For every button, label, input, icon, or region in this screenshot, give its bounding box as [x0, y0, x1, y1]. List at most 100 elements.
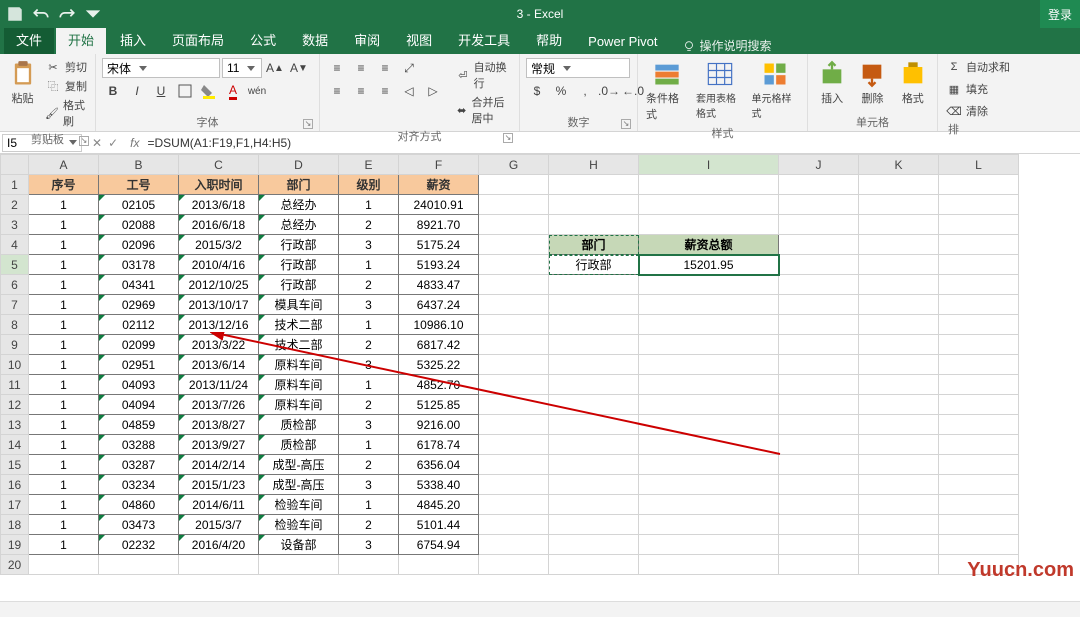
- cell-A4[interactable]: 1: [29, 235, 99, 255]
- cell-L19[interactable]: [939, 535, 1019, 555]
- cell-A8[interactable]: 1: [29, 315, 99, 335]
- increase-decimal-icon[interactable]: .0→: [598, 81, 620, 101]
- cell-B17[interactable]: 04860: [99, 495, 179, 515]
- merge-center-button[interactable]: ⬌合并后居中: [454, 93, 513, 127]
- row-header-17[interactable]: 17: [1, 495, 29, 515]
- tab-home[interactable]: 开始: [56, 24, 106, 54]
- col-header-G[interactable]: G: [479, 155, 549, 175]
- cell-C13[interactable]: 2013/8/27: [179, 415, 259, 435]
- cell-D19[interactable]: 设备部: [259, 535, 339, 555]
- cell-G19[interactable]: [479, 535, 549, 555]
- align-middle-icon[interactable]: ≡: [350, 58, 372, 78]
- cell-K3[interactable]: [859, 215, 939, 235]
- cell-J9[interactable]: [779, 335, 859, 355]
- paste-button[interactable]: 粘贴: [6, 58, 39, 108]
- tab-data[interactable]: 数据: [290, 24, 340, 54]
- cell-K16[interactable]: [859, 475, 939, 495]
- cell-G7[interactable]: [479, 295, 549, 315]
- cell-B2[interactable]: 02105: [99, 195, 179, 215]
- col-header-I[interactable]: I: [639, 155, 779, 175]
- cell-B20[interactable]: [99, 555, 179, 575]
- number-format-combo[interactable]: 常规: [526, 58, 630, 78]
- cell-J6[interactable]: [779, 275, 859, 295]
- cell-I10[interactable]: [639, 355, 779, 375]
- cell-E13[interactable]: 3: [339, 415, 399, 435]
- cell-D3[interactable]: 总经办: [259, 215, 339, 235]
- cell-I15[interactable]: [639, 455, 779, 475]
- cell-I19[interactable]: [639, 535, 779, 555]
- cell-K6[interactable]: [859, 275, 939, 295]
- cell-K10[interactable]: [859, 355, 939, 375]
- cell-J5[interactable]: [779, 255, 859, 275]
- table-format-button[interactable]: 套用表格格式: [694, 58, 746, 122]
- cell-H17[interactable]: [549, 495, 639, 515]
- cell-L4[interactable]: [939, 235, 1019, 255]
- clear-button[interactable]: ⌫清除: [944, 102, 990, 120]
- row-header-5[interactable]: 5: [1, 255, 29, 275]
- currency-icon[interactable]: $: [526, 81, 548, 101]
- underline-button[interactable]: U: [150, 81, 172, 101]
- cell-C9[interactable]: 2013/3/22: [179, 335, 259, 355]
- cell-G4[interactable]: [479, 235, 549, 255]
- row-header-4[interactable]: 4: [1, 235, 29, 255]
- cell-K18[interactable]: [859, 515, 939, 535]
- cell-J20[interactable]: [779, 555, 859, 575]
- cell-B13[interactable]: 04859: [99, 415, 179, 435]
- cell-E16[interactable]: 3: [339, 475, 399, 495]
- cell-E1[interactable]: 级别: [339, 175, 399, 195]
- cell-I12[interactable]: [639, 395, 779, 415]
- cell-E9[interactable]: 2: [339, 335, 399, 355]
- fx-icon[interactable]: fx: [126, 136, 143, 150]
- cell-L14[interactable]: [939, 435, 1019, 455]
- cell-F13[interactable]: 9216.00: [399, 415, 479, 435]
- cell-J1[interactable]: [779, 175, 859, 195]
- cell-D4[interactable]: 行政部: [259, 235, 339, 255]
- cancel-icon[interactable]: ✕: [92, 136, 102, 150]
- painter-button[interactable]: 🖌格式刷: [43, 96, 89, 130]
- tell-me-search[interactable]: 操作说明搜索: [672, 37, 782, 54]
- cell-G16[interactable]: [479, 475, 549, 495]
- cell-C4[interactable]: 2015/3/2: [179, 235, 259, 255]
- cell-E12[interactable]: 2: [339, 395, 399, 415]
- cell-styles-button[interactable]: 单元格样式: [750, 58, 802, 122]
- cell-A13[interactable]: 1: [29, 415, 99, 435]
- cell-B11[interactable]: 04093: [99, 375, 179, 395]
- tab-powerpivot[interactable]: Power Pivot: [576, 28, 669, 54]
- cell-H11[interactable]: [549, 375, 639, 395]
- tab-developer[interactable]: 开发工具: [446, 24, 522, 54]
- tab-insert[interactable]: 插入: [108, 24, 158, 54]
- insert-cells-button[interactable]: 插入: [814, 58, 850, 108]
- cell-I8[interactable]: [639, 315, 779, 335]
- col-header-D[interactable]: D: [259, 155, 339, 175]
- cell-J11[interactable]: [779, 375, 859, 395]
- cell-J15[interactable]: [779, 455, 859, 475]
- cell-B4[interactable]: 02096: [99, 235, 179, 255]
- cell-A5[interactable]: 1: [29, 255, 99, 275]
- cell-L3[interactable]: [939, 215, 1019, 235]
- cell-G8[interactable]: [479, 315, 549, 335]
- cell-E19[interactable]: 3: [339, 535, 399, 555]
- cell-C17[interactable]: 2014/6/11: [179, 495, 259, 515]
- row-header-19[interactable]: 19: [1, 535, 29, 555]
- cell-F16[interactable]: 5338.40: [399, 475, 479, 495]
- cell-K13[interactable]: [859, 415, 939, 435]
- cell-D2[interactable]: 总经办: [259, 195, 339, 215]
- tab-file[interactable]: 文件: [4, 24, 54, 54]
- col-header-J[interactable]: J: [779, 155, 859, 175]
- cell-H13[interactable]: [549, 415, 639, 435]
- font-size-combo[interactable]: 11: [222, 58, 262, 78]
- cell-C20[interactable]: [179, 555, 259, 575]
- cell-F14[interactable]: 6178.74: [399, 435, 479, 455]
- row-header-20[interactable]: 20: [1, 555, 29, 575]
- cell-B7[interactable]: 02969: [99, 295, 179, 315]
- cell-L16[interactable]: [939, 475, 1019, 495]
- cell-J12[interactable]: [779, 395, 859, 415]
- cell-A9[interactable]: 1: [29, 335, 99, 355]
- col-header-B[interactable]: B: [99, 155, 179, 175]
- cell-A10[interactable]: 1: [29, 355, 99, 375]
- cell-A3[interactable]: 1: [29, 215, 99, 235]
- cell-B6[interactable]: 04341: [99, 275, 179, 295]
- cell-J14[interactable]: [779, 435, 859, 455]
- cell-G14[interactable]: [479, 435, 549, 455]
- cell-A19[interactable]: 1: [29, 535, 99, 555]
